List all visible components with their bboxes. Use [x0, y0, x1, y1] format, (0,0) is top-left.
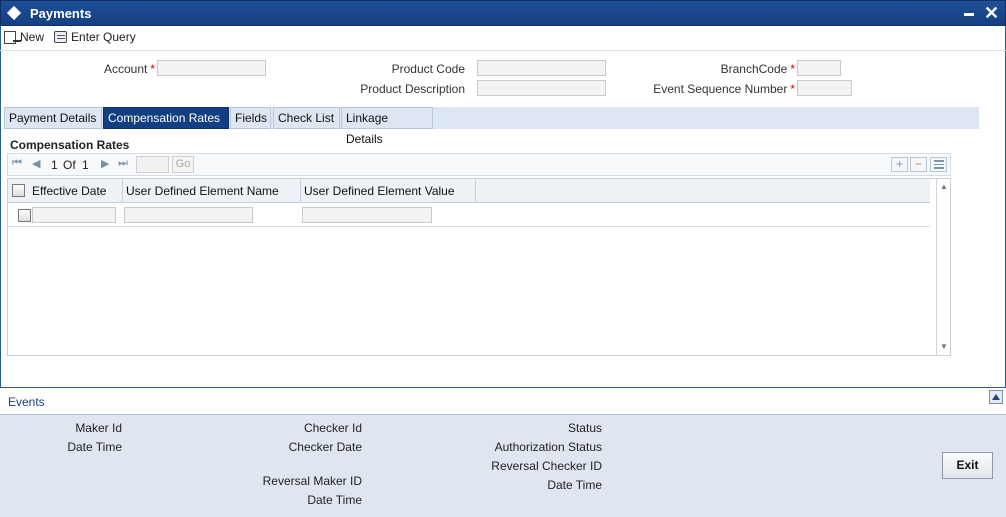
column-divider [122, 179, 123, 203]
of-label: Of [63, 158, 76, 172]
new-button[interactable]: New [4, 30, 44, 44]
go-button[interactable]: Go [172, 156, 194, 173]
first-page-icon[interactable]: ⏮ [12, 157, 22, 170]
maker-date-time-label: Date Time [67, 440, 122, 454]
current-page: 1 [51, 158, 58, 172]
effective-date-input[interactable] [32, 207, 116, 223]
toolbar-divider [0, 50, 1006, 51]
row-checkbox[interactable] [18, 209, 31, 222]
scroll-up-icon[interactable]: ▲ [940, 182, 948, 191]
delete-row-button[interactable]: − [910, 157, 927, 172]
window-title-bar: Payments ✕ [0, 0, 1006, 26]
tab-fields[interactable]: Fields [230, 107, 271, 129]
events-link[interactable]: Events [8, 395, 45, 409]
enter-query-label: Enter Query [71, 30, 136, 44]
tab-check-list[interactable]: Check List [273, 107, 340, 129]
goto-page-input[interactable] [136, 156, 169, 173]
account-label: Account * [103, 62, 155, 76]
status-label: Status [567, 421, 602, 435]
minus-icon: − [914, 157, 922, 171]
tab-compensation-rates[interactable]: Compensation Rates [103, 107, 229, 129]
product-code-field[interactable] [477, 60, 606, 76]
table-row [8, 203, 930, 227]
toolbar: New Enter Query [4, 28, 136, 46]
query-icon [54, 31, 68, 43]
list-icon [933, 160, 944, 169]
checker-id-label: Checker Id [303, 421, 362, 435]
account-field[interactable] [157, 60, 266, 76]
event-sequence-field[interactable] [797, 80, 852, 96]
compensation-rates-grid: Effective Date User Defined Element Name… [7, 178, 951, 356]
grid-header: Effective Date User Defined Element Name… [8, 179, 930, 203]
new-document-icon [4, 30, 21, 44]
audit-footer: Maker Id Date Time Checker Id Checker Da… [0, 414, 1006, 517]
tab-payment-details[interactable]: Payment Details [4, 107, 102, 129]
total-pages: 1 [82, 158, 89, 172]
checker-date-label: Checker Date [288, 440, 362, 454]
minimize-icon[interactable] [964, 13, 974, 16]
section-title: Compensation Rates [10, 138, 130, 152]
column-header-effective-date[interactable]: Effective Date [32, 184, 106, 198]
product-description-field[interactable] [477, 80, 606, 96]
reversal-maker-id-label: Reversal Maker ID [262, 474, 362, 488]
previous-page-icon[interactable]: ◀ [32, 157, 40, 170]
add-row-button[interactable]: + [891, 157, 908, 172]
maker-id-label: Maker Id [75, 421, 122, 435]
exit-button[interactable]: Exit [942, 452, 993, 479]
product-code-label: Product Code [391, 62, 465, 76]
column-divider [475, 179, 476, 203]
reversal-maker-date-time-label: Date Time [307, 493, 362, 507]
branch-code-field[interactable] [797, 60, 841, 76]
window-title: Payments [30, 6, 92, 21]
reversal-checker-id-label: Reversal Checker ID [491, 459, 602, 473]
column-header-element-name[interactable]: User Defined Element Name [126, 184, 279, 198]
event-sequence-label: Event Sequence Number * [653, 82, 795, 96]
branch-code-label: BranchCode * [720, 62, 795, 76]
grid-vertical-scrollbar[interactable]: ▲ ▼ [936, 179, 950, 355]
scroll-down-icon[interactable]: ▼ [940, 342, 948, 351]
close-icon[interactable]: ✕ [984, 1, 999, 25]
column-header-element-value[interactable]: User Defined Element Value [304, 184, 455, 198]
enter-query-button[interactable]: Enter Query [54, 30, 136, 44]
product-description-label: Product Description [360, 82, 465, 96]
new-label: New [20, 30, 45, 44]
single-view-button[interactable] [930, 157, 947, 172]
next-page-icon[interactable]: ▶ [101, 157, 109, 170]
collapse-up-icon[interactable] [989, 390, 1003, 404]
element-name-input[interactable] [124, 207, 253, 223]
reversal-checker-date-time-label: Date Time [547, 478, 602, 492]
plus-icon: + [895, 157, 903, 171]
element-value-input[interactable] [302, 207, 432, 223]
app-diamond-icon [6, 5, 22, 21]
select-all-checkbox[interactable] [12, 184, 25, 197]
last-page-icon[interactable]: ⏭ [118, 157, 128, 170]
tab-linkage-details[interactable]: Linkage Details [341, 107, 433, 146]
events-bar: Events [0, 387, 1006, 414]
tab-bar: Payment Details Compensation Rates Field… [4, 107, 979, 146]
column-divider [300, 179, 301, 203]
authorization-status-label: Authorization Status [494, 440, 602, 454]
grid-toolbar: ⏮ ◀ 1 Of 1 ▶ ⏭ Go + − [7, 153, 951, 176]
